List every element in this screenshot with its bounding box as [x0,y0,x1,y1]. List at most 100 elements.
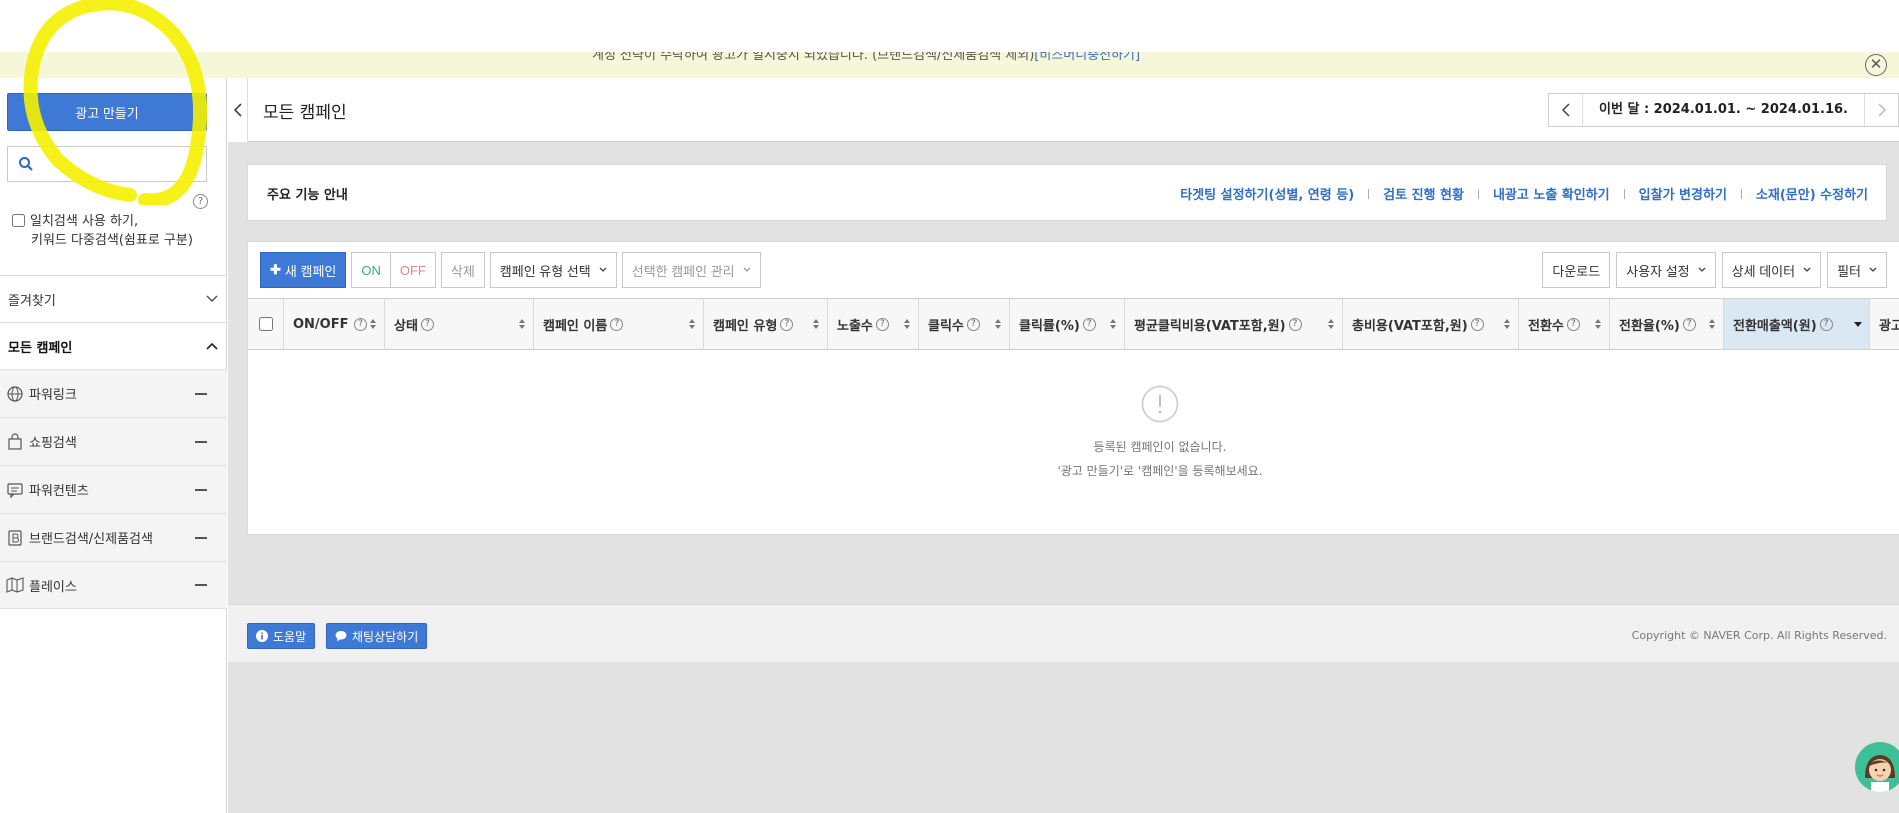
all-campaigns-section[interactable]: 모든 캠페인 [0,322,227,369]
sort-icon[interactable] [518,318,526,330]
help-icon[interactable]: ? [1682,317,1696,331]
date-range-label[interactable]: 이번 달 : 2024.01.01. ~ 2024.01.16. [1583,94,1864,126]
feature-link-targeting[interactable]: 타겟팅 설정하기(성별, 연령 등) [1180,184,1354,203]
sidebar-collapse-button[interactable] [228,78,248,142]
sidebar: 광고 만들기 ? 일치검색 사용 하기, 키워드 다중검색(쉼표로 구분) 즐겨… [0,78,227,813]
column-header-onoff[interactable]: ON/OFF? [284,299,385,349]
delete-button[interactable]: 삭제 [440,252,485,288]
help-icon[interactable]: ? [1288,317,1302,331]
sort-icon[interactable] [903,318,911,330]
column-header-ad[interactable]: 광고 [1870,299,1899,349]
manage-selected-campaign-select[interactable]: 선택한 캠페인 관리 [621,252,761,288]
column-label: 캠페인 이름 [543,318,608,334]
search-input[interactable] [42,153,202,175]
help-icon[interactable]: ? [1470,317,1484,331]
sidebar-item-label: 파워컨텐츠 [29,484,89,499]
next-period-button[interactable] [1864,94,1898,126]
minus-icon[interactable] [195,440,207,443]
sort-icon[interactable] [1327,318,1335,330]
minus-icon[interactable] [195,392,207,395]
minus-icon[interactable] [195,488,207,491]
column-header-conversion-revenue[interactable]: 전환매출액(원)? [1724,299,1870,349]
sort-icon[interactable] [369,318,377,330]
sidebar-item-label: 플레이스 [29,579,77,595]
help-icon[interactable]: ? [966,317,980,331]
sidebar-item-brandsearch[interactable]: 브랜드검색/신제품검색 [0,513,227,561]
feature-link-creative[interactable]: 소재(문안) 수정하기 [1756,184,1868,203]
help-icon[interactable]: ? [193,194,208,209]
column-label: 캠페인 유형 [713,318,778,334]
column-header-campaign-type[interactable]: 캠페인 유형? [704,299,828,349]
column-header-conversions[interactable]: 전환수? [1519,299,1610,349]
off-button[interactable]: OFF [389,252,436,288]
sort-icon[interactable] [812,318,820,330]
sort-icon[interactable] [1708,318,1716,330]
sort-icon[interactable] [1503,318,1511,330]
exact-search-option[interactable]: 일치검색 사용 하기, 키워드 다중검색(쉼표로 구분) [12,212,193,250]
filter-select[interactable]: 필터 [1827,252,1887,288]
help-icon[interactable]: ? [780,317,794,331]
user-settings-select[interactable]: 사용자 설정 [1616,252,1716,288]
column-label: 총비용(VAT포함,원) [1352,318,1468,334]
chevron-down-icon [1698,267,1706,272]
sidebar-item-powercontents[interactable]: 파워컨텐츠 [0,465,227,513]
column-header-impressions[interactable]: 노출수? [828,299,919,349]
download-button[interactable]: 다운로드 [1542,252,1611,288]
help-icon[interactable]: ? [1819,317,1833,331]
sort-desc-icon[interactable] [1854,318,1862,330]
sort-icon[interactable] [994,318,1002,330]
column-label: 노출수 [837,318,873,334]
help-icon[interactable]: ? [354,317,367,331]
notice-link[interactable]: [비즈머니충전하기] [1034,52,1140,63]
plus-icon: ✚ [270,262,281,277]
empty-message: 등록된 캠페인이 없습니다. [1093,440,1227,454]
chevron-down-icon [599,267,607,272]
search-icon [19,157,33,171]
new-campaign-button[interactable]: ✚ 새 캠페인 [260,252,347,288]
column-header-conversion-rate[interactable]: 전환율(%)? [1610,299,1724,349]
feature-link-exposure[interactable]: 내광고 노출 확인하기 [1493,184,1610,203]
column-header-status[interactable]: 상태? [385,299,534,349]
select-all-checkbox[interactable] [258,317,273,331]
on-button[interactable]: ON [351,252,391,288]
column-header-total-cost[interactable]: 총비용(VAT포함,원)? [1343,299,1519,349]
sort-icon[interactable] [688,318,696,330]
help-icon[interactable]: ? [1566,317,1580,331]
detail-data-select[interactable]: 상세 데이터 [1721,252,1822,288]
exact-search-checkbox[interactable] [12,214,25,227]
divider [1477,188,1479,199]
help-icon[interactable]: ? [610,317,624,331]
shopping-bag-icon [8,432,22,450]
column-header-avg-cpc[interactable]: 평균클릭비용(VAT포함,원)? [1125,299,1343,349]
feature-link-bid[interactable]: 입찰가 변경하기 [1639,184,1727,203]
prev-period-button[interactable] [1549,94,1583,126]
favorites-section[interactable]: 즐겨찾기 [0,275,227,322]
close-icon[interactable]: ✕ [1865,54,1887,76]
sidebar-item-place[interactable]: 플레이스 [0,561,227,609]
sidebar-item-powerlink[interactable]: 파워링크 [0,369,227,417]
help-icon[interactable]: ? [1082,317,1096,331]
empty-hint: '광고 만들기'로 '캠페인'을 등록해보세요. [1057,464,1263,478]
sort-icon[interactable] [1594,318,1602,330]
minus-icon[interactable] [195,536,207,539]
campaign-type-select[interactable]: 캠페인 유형 선택 [489,252,617,288]
help-icon[interactable]: ? [875,317,889,331]
page-title: 모든 캠페인 [263,103,347,123]
column-header-ctr[interactable]: 클릭률(%)? [1010,299,1125,349]
help-button[interactable]: 도움말 [247,623,316,649]
chat-consult-button[interactable]: 채팅상담하기 [326,623,428,649]
column-label: 평균클릭비용(VAT포함,원) [1134,318,1286,334]
sidebar-item-label: 파워링크 [29,388,77,403]
feature-link-review[interactable]: 검토 진행 현황 [1383,184,1464,203]
column-header-campaign-name[interactable]: 캠페인 이름? [534,299,704,349]
campaign-search[interactable] [7,146,207,182]
sidebar-item-shopping[interactable]: 쇼핑검색 [0,417,227,465]
column-label: 클릭률(%) [1019,318,1080,334]
chatbot-avatar-icon[interactable] [1855,742,1899,792]
minus-icon[interactable] [195,584,207,586]
sort-icon[interactable] [1109,318,1117,330]
help-icon[interactable]: ? [420,317,434,331]
manage-selected-label: 선택한 캠페인 관리 [631,263,735,279]
create-ad-button[interactable]: 광고 만들기 [7,93,207,131]
column-header-clicks[interactable]: 클릭수? [919,299,1010,349]
